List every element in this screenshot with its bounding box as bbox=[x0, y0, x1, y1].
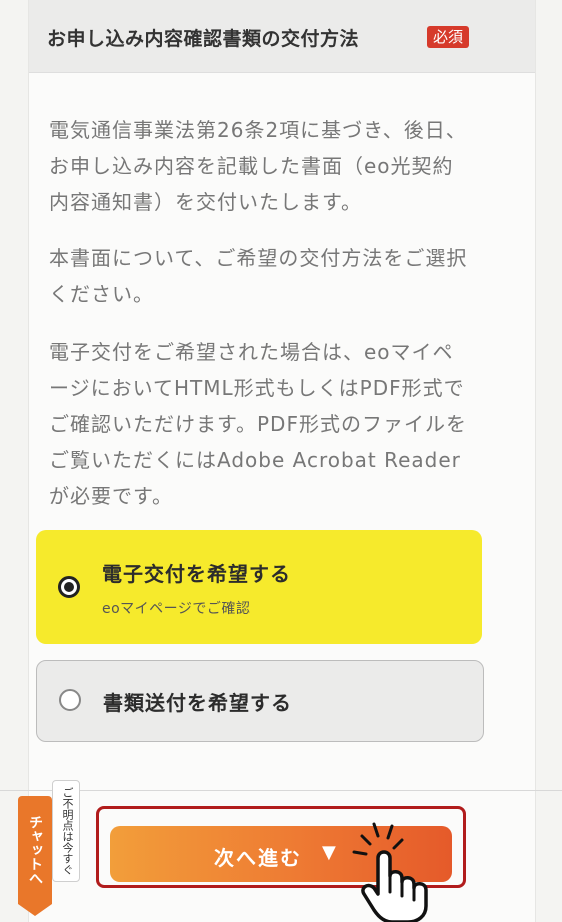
chat-note: ご不明点は今すぐ bbox=[52, 780, 80, 882]
pointing-hand-icon bbox=[352, 822, 428, 922]
option-paper-delivery[interactable]: 書類送付を希望する bbox=[36, 660, 484, 742]
option-label: 書類送付を希望する bbox=[103, 691, 292, 715]
form-card: お申し込み内容確認書類の交付方法 必須 電気通信事業法第26条2項に基づき、後日… bbox=[28, 0, 536, 922]
text-line: が必要です。 bbox=[49, 484, 173, 508]
text-line: 内容通知書）を交付いたします。 bbox=[49, 190, 362, 214]
option-sublabel: eoマイページでご確認 bbox=[102, 601, 251, 617]
option-label: 電子交付を希望する bbox=[102, 562, 291, 586]
text-line: 電子交付をご希望された場合は、eoマイペ bbox=[49, 340, 454, 364]
radio-unchecked-icon[interactable] bbox=[59, 689, 81, 711]
section-header: お申し込み内容確認書類の交付方法 必須 bbox=[29, 0, 535, 73]
section-title: お申し込み内容確認書類の交付方法 bbox=[47, 28, 360, 50]
radio-checked-icon[interactable] bbox=[58, 576, 80, 598]
text-line: 電気通信事業法第26条2項に基づき、後日、 bbox=[49, 118, 467, 142]
text-line: ください。 bbox=[49, 282, 154, 306]
required-badge: 必須 bbox=[427, 26, 470, 48]
paragraph-electronic: 電子交付をご希望された場合は、eoマイペ ージにおいてHTML形式もしくはPDF… bbox=[49, 334, 511, 514]
paragraph-choose: 本書面について、ご希望の交付方法をご選択 ください。 bbox=[49, 240, 511, 312]
text-line: ージにおいてHTML形式もしくはPDF形式で bbox=[49, 376, 465, 400]
triangle-down-icon: ▼ bbox=[322, 842, 338, 863]
text-line: ご覧いただくにはAdobe Acrobat Reader bbox=[49, 448, 461, 472]
option-electronic-delivery[interactable]: 電子交付を希望する eoマイページでご確認 bbox=[36, 530, 482, 644]
paragraph-legal: 電気通信事業法第26条2項に基づき、後日、 お申し込み内容を記載した書面（eo光… bbox=[49, 112, 511, 220]
chat-tab[interactable]: チャットへ bbox=[18, 796, 52, 916]
next-button-label: 次へ進む bbox=[214, 846, 302, 870]
text-line: ご確認いただけます。PDF形式のファイルを bbox=[49, 412, 467, 436]
text-line: 本書面について、ご希望の交付方法をご選択 bbox=[49, 246, 468, 270]
footer-divider bbox=[0, 790, 562, 791]
text-line: お申し込み内容を記載した書面（eo光契約 bbox=[49, 154, 454, 178]
